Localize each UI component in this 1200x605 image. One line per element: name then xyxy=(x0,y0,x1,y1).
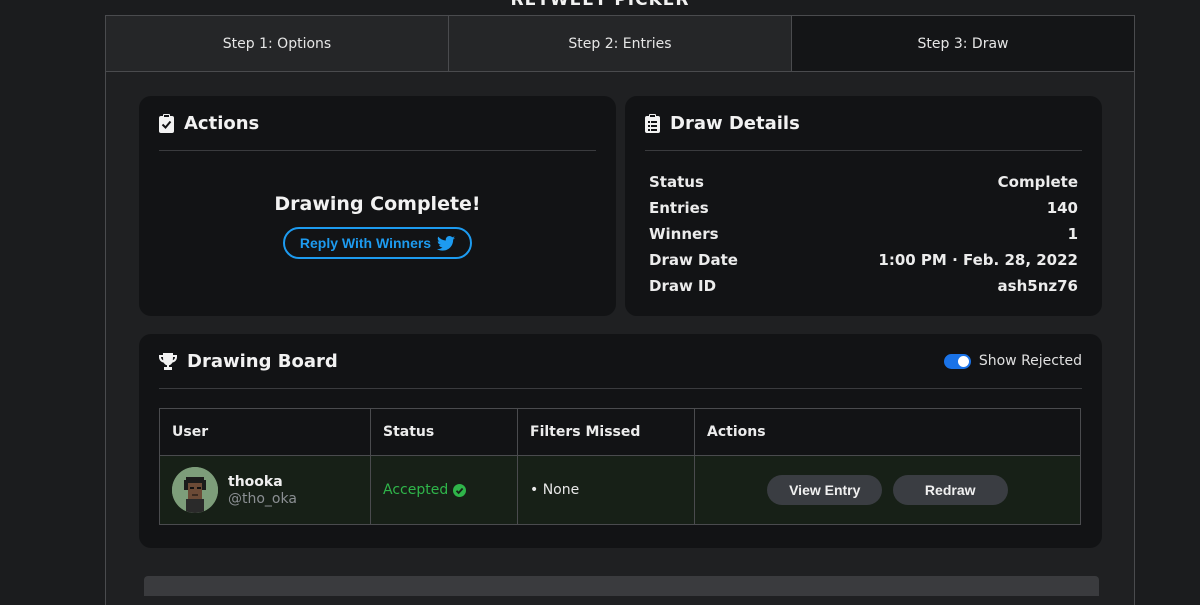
draw-details-header: Draw Details xyxy=(645,96,1082,151)
detail-label: Winners xyxy=(649,225,719,243)
draw-details-body: Status Complete Entries 140 Winners 1 Dr… xyxy=(625,151,1102,299)
check-circle-icon xyxy=(453,483,467,497)
detail-value: 140 xyxy=(1046,199,1078,217)
user-cell: thooka @tho_oka xyxy=(159,455,371,525)
user-handle[interactable]: @tho_oka xyxy=(228,491,297,507)
user-info: thooka @tho_oka xyxy=(228,474,297,507)
drawing-complete-message: Drawing Complete! xyxy=(274,193,481,215)
table-header-row: User Status Filters Missed Actions xyxy=(159,408,1081,456)
page-title: RETWEET PICKER xyxy=(510,0,690,10)
column-header-user: User xyxy=(159,408,371,456)
actions-card: Actions Drawing Complete! Reply With Win… xyxy=(139,96,616,316)
wizard-frame: Step 1: Options Step 2: Entries Step 3: … xyxy=(105,15,1135,605)
tab-step-2-entries[interactable]: Step 2: Entries xyxy=(449,16,792,71)
column-header-actions: Actions xyxy=(694,408,1081,456)
show-rejected-label: Show Rejected xyxy=(978,353,1082,369)
status-badge: Accepted xyxy=(383,482,467,498)
user-name[interactable]: thooka xyxy=(228,474,297,490)
detail-row-draw-id: Draw ID ash5nz76 xyxy=(649,273,1078,299)
detail-value: 1:00 PM · Feb. 28, 2022 xyxy=(878,251,1078,269)
drawing-board-title: Drawing Board xyxy=(187,350,338,372)
tab-step-3-draw[interactable]: Step 3: Draw xyxy=(792,16,1134,71)
avatar[interactable] xyxy=(172,467,218,513)
drawing-board-card: Drawing Board Show Rejected User Status … xyxy=(139,334,1102,548)
detail-label: Status xyxy=(649,173,704,191)
tab-step-1-options[interactable]: Step 1: Options xyxy=(106,16,449,71)
detail-label: Entries xyxy=(649,199,709,217)
trophy-icon xyxy=(159,352,177,370)
step-tabs: Step 1: Options Step 2: Entries Step 3: … xyxy=(106,16,1134,72)
detail-row-entries: Entries 140 xyxy=(649,195,1078,221)
draw-details-title: Draw Details xyxy=(670,112,800,134)
pixel-avatar-icon xyxy=(172,467,218,513)
reply-with-winners-button[interactable]: Reply With Winners xyxy=(282,227,473,259)
detail-value: Complete xyxy=(997,173,1078,191)
detail-row-status: Status Complete xyxy=(649,169,1078,195)
actions-cell: View Entry Redraw xyxy=(694,455,1081,525)
reply-button-label: Reply With Winners xyxy=(299,235,432,251)
status-text: Accepted xyxy=(383,482,449,498)
table-row: thooka @tho_oka Accepted • None View Ent… xyxy=(159,455,1081,525)
next-section-bar xyxy=(144,576,1099,596)
detail-row-draw-date: Draw Date 1:00 PM · Feb. 28, 2022 xyxy=(649,247,1078,273)
entries-table: User Status Filters Missed Actions thook… xyxy=(159,408,1081,525)
status-cell: Accepted xyxy=(370,455,518,525)
detail-row-winners: Winners 1 xyxy=(649,221,1078,247)
column-header-filters-missed: Filters Missed xyxy=(517,408,695,456)
show-rejected-toggle[interactable] xyxy=(943,353,971,369)
clipboard-list-icon xyxy=(645,113,660,133)
filters-missed-cell: • None xyxy=(517,455,695,525)
draw-details-card: Draw Details Status Complete Entries 140… xyxy=(625,96,1102,316)
drawing-board-header: Drawing Board Show Rejected xyxy=(159,334,1082,389)
detail-label: Draw ID xyxy=(649,277,717,295)
detail-value: 1 xyxy=(1067,225,1078,243)
detail-value: ash5nz76 xyxy=(997,277,1078,295)
view-entry-button[interactable]: View Entry xyxy=(767,475,883,505)
toggle-knob xyxy=(957,355,969,367)
column-header-status: Status xyxy=(370,408,518,456)
twitter-bird-icon xyxy=(437,235,456,251)
redraw-button[interactable]: Redraw xyxy=(892,475,1008,505)
detail-label: Draw Date xyxy=(649,251,738,269)
actions-header: Actions xyxy=(159,96,596,151)
clipboard-check-icon xyxy=(159,113,174,133)
actions-title: Actions xyxy=(184,112,260,134)
show-rejected-toggle-group: Show Rejected xyxy=(943,353,1082,369)
actions-body: Drawing Complete! Reply With Winners xyxy=(139,151,616,259)
